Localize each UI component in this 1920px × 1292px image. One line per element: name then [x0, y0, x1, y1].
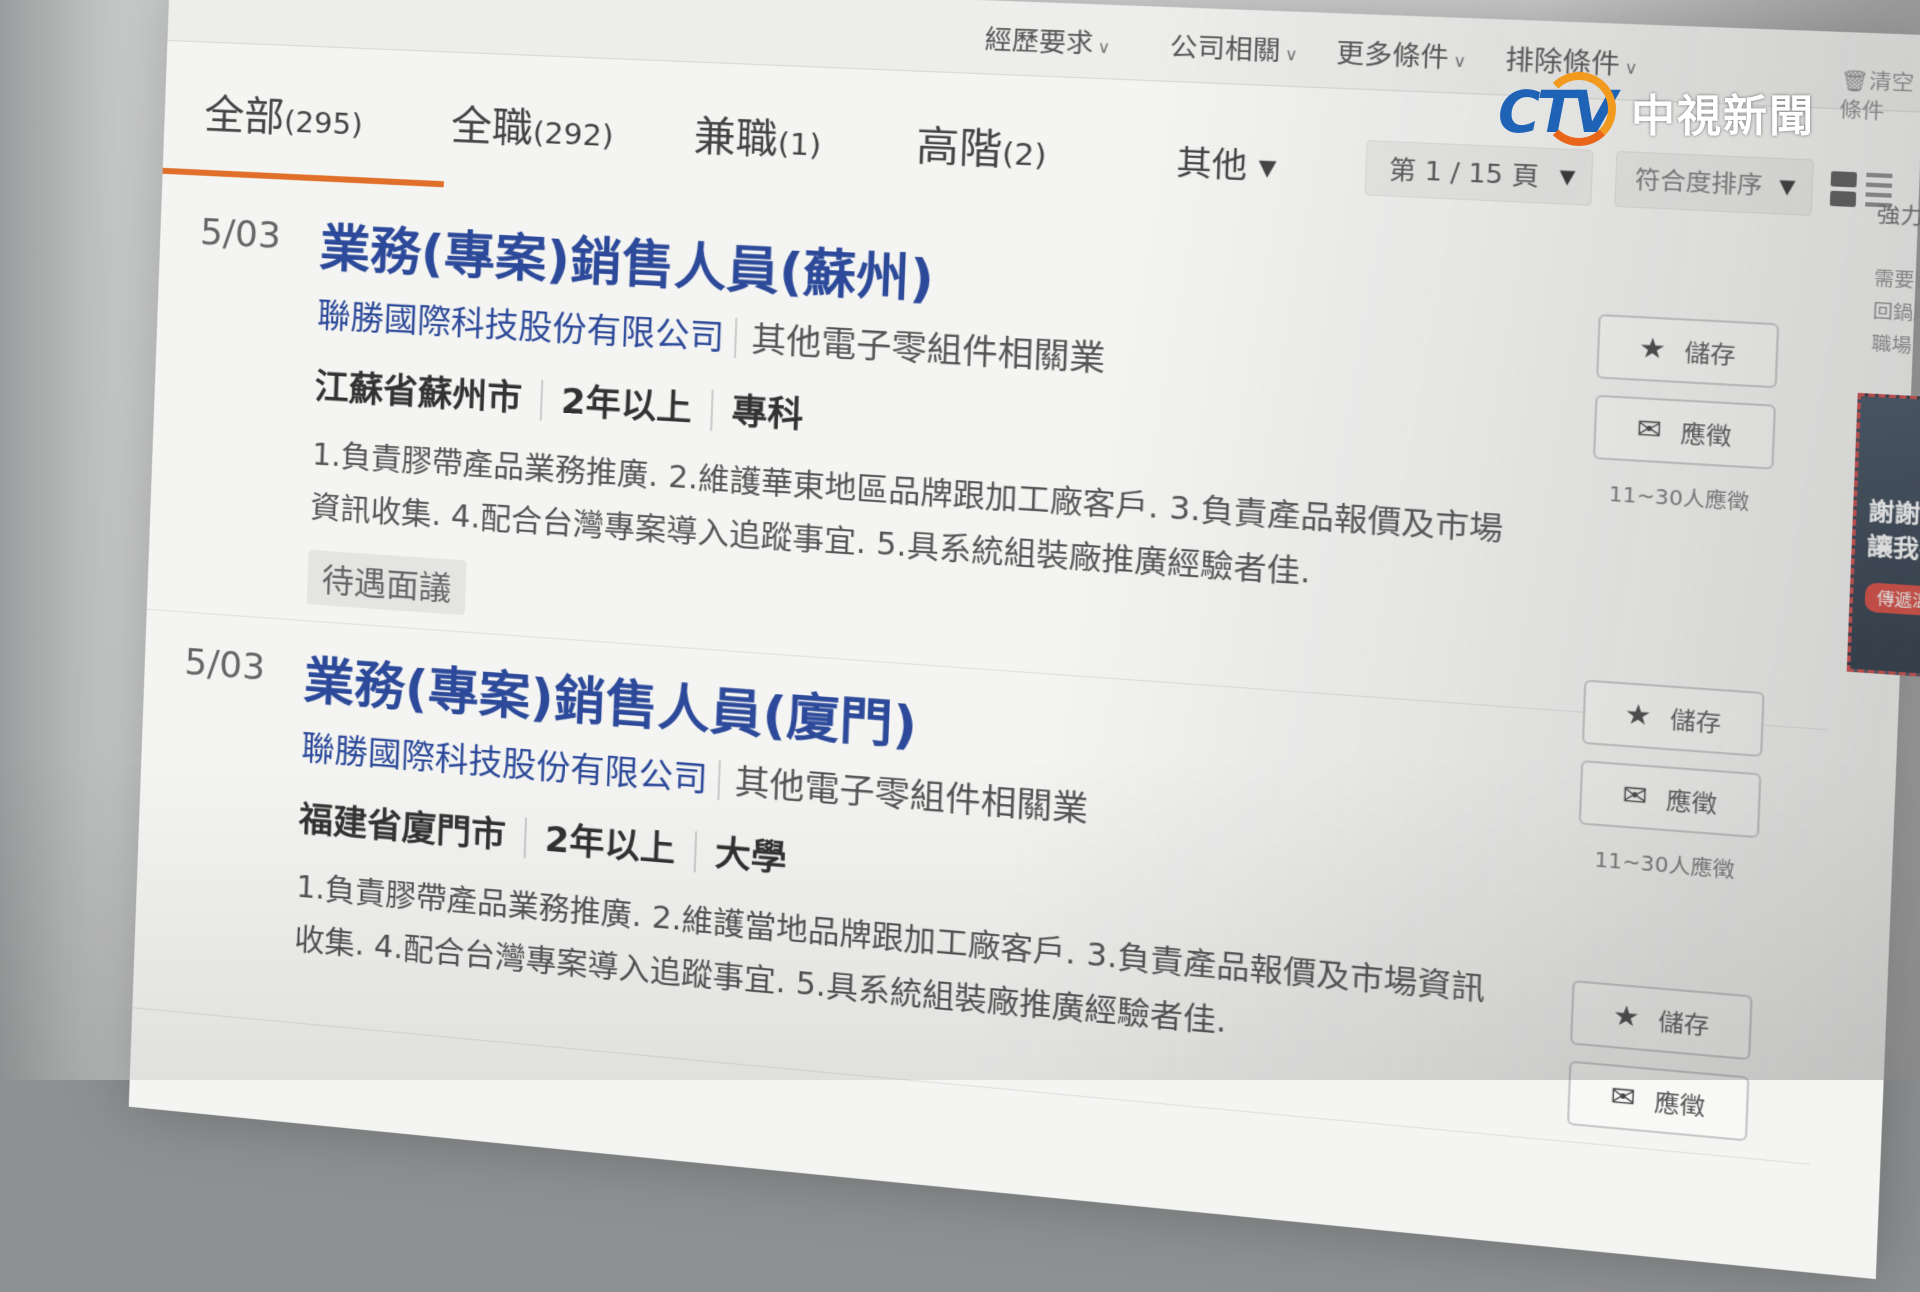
tab-part-time[interactable]: 兼職(1) — [693, 103, 823, 168]
salary-badge: 待遇面議 — [307, 550, 467, 615]
filter-more[interactable]: 更多條件 ∨ — [1336, 32, 1468, 75]
ring-icon — [1542, 72, 1616, 146]
ad-banner[interactable]: 謝謝幫我看見 讓我有信心 傳遞溫暖 › — [1847, 393, 1920, 685]
save-button[interactable]: ★ 儲存 — [1582, 679, 1765, 757]
tab-all[interactable]: 全部(295) — [204, 82, 364, 147]
ctv-logo-mark: CTV — [1498, 78, 1613, 146]
education: 專科 — [710, 390, 804, 437]
chevron-down-icon: ∨ — [1453, 51, 1467, 72]
sidebar-text: 需要留停後，回鍋順利回到職場 — [1871, 263, 1920, 368]
industry-label: 其他電子零組件相關業 — [717, 760, 1089, 829]
apply-button[interactable]: ✉ 應徵 — [1579, 760, 1762, 838]
job-description: 1.負責膠帶產品業務推廣. 2.維護華東地區品牌跟加工廠客戶. 3.負責產品報價… — [309, 429, 1511, 614]
education: 大學 — [693, 831, 787, 880]
trash-icon: 🗑 — [1840, 69, 1869, 94]
caret-down-icon: ▼ — [1778, 159, 1796, 216]
filter-company[interactable]: 公司相關 ∨ — [1169, 26, 1299, 69]
logo-text: 中視新聞 — [1631, 80, 1815, 144]
apply-button[interactable]: ✉ 應徵 — [1593, 395, 1776, 470]
experience: 2年以上 — [524, 817, 676, 870]
sidebar-title: 強力放送 — [1876, 197, 1920, 233]
star-icon: ★ — [1624, 699, 1652, 733]
experience: 2年以上 — [540, 380, 693, 430]
post-date: 5/03 — [199, 212, 281, 257]
applicant-count: 11~30人應徵 — [1594, 844, 1735, 884]
ctv-news-logo: CTV 中視新聞 — [1498, 72, 1815, 152]
caret-down-icon: ▼ — [1558, 150, 1576, 207]
post-date: 5/03 — [184, 642, 266, 689]
job-description: 1.負責膠帶產品業務推廣. 2.維護當地品牌跟加工廠客戶. 3.負責產品報價及市… — [293, 861, 1493, 1073]
caret-down-icon: ▾ — [1258, 146, 1277, 187]
card-view-icon[interactable] — [1830, 171, 1857, 207]
industry-label: 其他電子零組件相關業 — [734, 318, 1106, 379]
tab-senior[interactable]: 高階(2) — [915, 112, 1048, 178]
chevron-down-icon: ∨ — [1097, 37, 1111, 57]
envelope-icon: ✉ — [1610, 1080, 1636, 1115]
clear-filter-link[interactable]: 🗑清空條件 — [1839, 65, 1920, 127]
applicant-count: 11~30人應徵 — [1608, 478, 1750, 516]
location: 福建省廈門市 — [298, 799, 506, 856]
envelope-icon: ✉ — [1622, 779, 1648, 813]
company-link[interactable]: 聯勝國際科技股份有限公司 — [317, 295, 725, 357]
tab-full-time[interactable]: 全職(292) — [450, 92, 615, 158]
ad-text: 謝謝幫我看見 讓我有信心 — [1866, 495, 1920, 575]
envelope-icon: ✉ — [1636, 413, 1662, 447]
browser-screen: 經歷要求 ∨ 公司相關 ∨ 更多條件 ∨ 排除條件 ∨ 🗑清空條件 全部(295) 全職… — [129, 0, 1920, 1279]
star-icon: ★ — [1612, 1000, 1640, 1035]
save-button[interactable]: ★ 儲存 — [1570, 980, 1753, 1060]
job-meta: 江蘇省蘇州市 2年以上 專科 — [314, 359, 804, 438]
ad-button[interactable]: 傳遞溫暖 › — [1864, 582, 1920, 618]
location: 江蘇省蘇州市 — [314, 367, 523, 420]
filter-experience[interactable]: 經歷要求 ∨ — [984, 19, 1111, 62]
apply-button[interactable]: ✉ 應徵 — [1567, 1061, 1750, 1142]
tab-other-dropdown[interactable]: 其他 ▾ — [1176, 136, 1278, 189]
sort-select[interactable]: 符合度排序 ▼ — [1614, 151, 1814, 216]
save-button[interactable]: ★ 儲存 — [1596, 314, 1779, 388]
star-icon: ★ — [1638, 332, 1666, 366]
chevron-down-icon: ∨ — [1284, 44, 1298, 65]
